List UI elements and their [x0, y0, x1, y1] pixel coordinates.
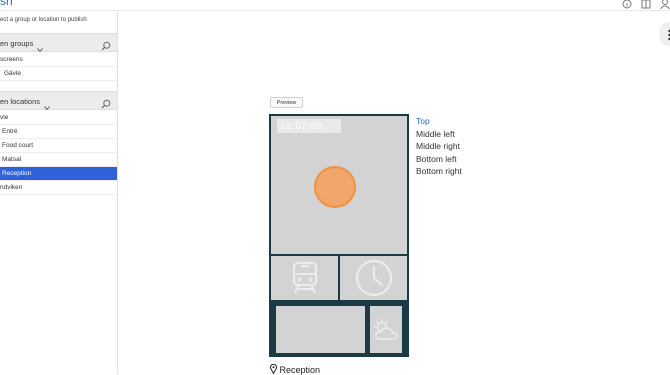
location-item-reception[interactable]: Reception — [0, 167, 117, 181]
list-item-label: Gävle — [4, 70, 21, 77]
locations-section-header[interactable]: en locations — [0, 91, 117, 111]
location-item-matsal[interactable]: Matsal — [0, 153, 117, 167]
sidebar: ect a group or location to publish en gr… — [0, 12, 118, 374]
location-label: Reception — [270, 363, 320, 375]
media-placeholder — [314, 166, 356, 208]
more-menu-button[interactable] — [659, 22, 670, 46]
user-icon[interactable] — [660, 0, 670, 10]
screen-preview: 12:07:00 — [269, 114, 409, 357]
location-item-entre[interactable]: Entré — [0, 125, 117, 139]
sidebar-hint: ect a group or location to publish — [0, 17, 87, 23]
page-title: sh — [0, 0, 13, 8]
group-item-gavle[interactable]: Gävle — [0, 67, 117, 81]
clock-icon — [355, 259, 393, 302]
book-icon[interactable] — [641, 0, 651, 9]
locations-section-label: en locations — [0, 97, 41, 106]
zone-option-bottom-right[interactable]: Bottom right — [416, 165, 462, 178]
zone-option-middle-left[interactable]: Middle left — [416, 128, 462, 141]
preview-button[interactable]: Preview — [270, 97, 303, 108]
zone-bottom-right[interactable] — [370, 306, 402, 353]
groups-section-label: en groups — [0, 39, 34, 48]
list-item-label: Reception — [2, 170, 32, 177]
search-icon[interactable] — [101, 96, 111, 109]
zone-top[interactable] — [271, 136, 407, 254]
info-icon[interactable] — [622, 0, 632, 9]
bottom-zones — [271, 302, 407, 355]
list-item-label: screens — [0, 56, 23, 63]
weather-icon — [372, 318, 400, 347]
location-item-gavle[interactable]: vle — [0, 111, 117, 125]
groups-section-header[interactable]: en groups — [0, 33, 117, 53]
zone-option-middle-right[interactable]: Middle right — [416, 140, 462, 153]
clock-display: 12:07:00 — [277, 119, 341, 133]
list-item-label: Entré — [2, 128, 18, 135]
zone-middle-right[interactable] — [340, 256, 407, 300]
chevron-down-icon[interactable] — [44, 98, 50, 111]
list-item-label: ndviken — [0, 184, 23, 191]
train-icon — [292, 261, 318, 300]
zone-option-top[interactable]: Top — [416, 115, 462, 128]
location-item-sandviken[interactable]: ndviken — [0, 181, 117, 195]
list-item-label: Food court — [2, 142, 34, 149]
chevron-down-icon[interactable] — [37, 40, 43, 53]
location-item-food-court[interactable]: Food court — [0, 139, 117, 153]
zone-bottom-left[interactable] — [276, 306, 365, 353]
list-item-label: vle — [0, 114, 9, 121]
list-item-label: Matsal — [2, 156, 22, 163]
zone-option-bottom-left[interactable]: Bottom left — [416, 153, 462, 166]
search-icon[interactable] — [101, 38, 111, 51]
group-item-screens[interactable]: screens — [0, 53, 117, 67]
zone-list: Top Middle left Middle right Bottom left… — [416, 115, 462, 178]
top-bar: sh — [0, 0, 670, 11]
zone-middle-left[interactable] — [271, 256, 338, 300]
